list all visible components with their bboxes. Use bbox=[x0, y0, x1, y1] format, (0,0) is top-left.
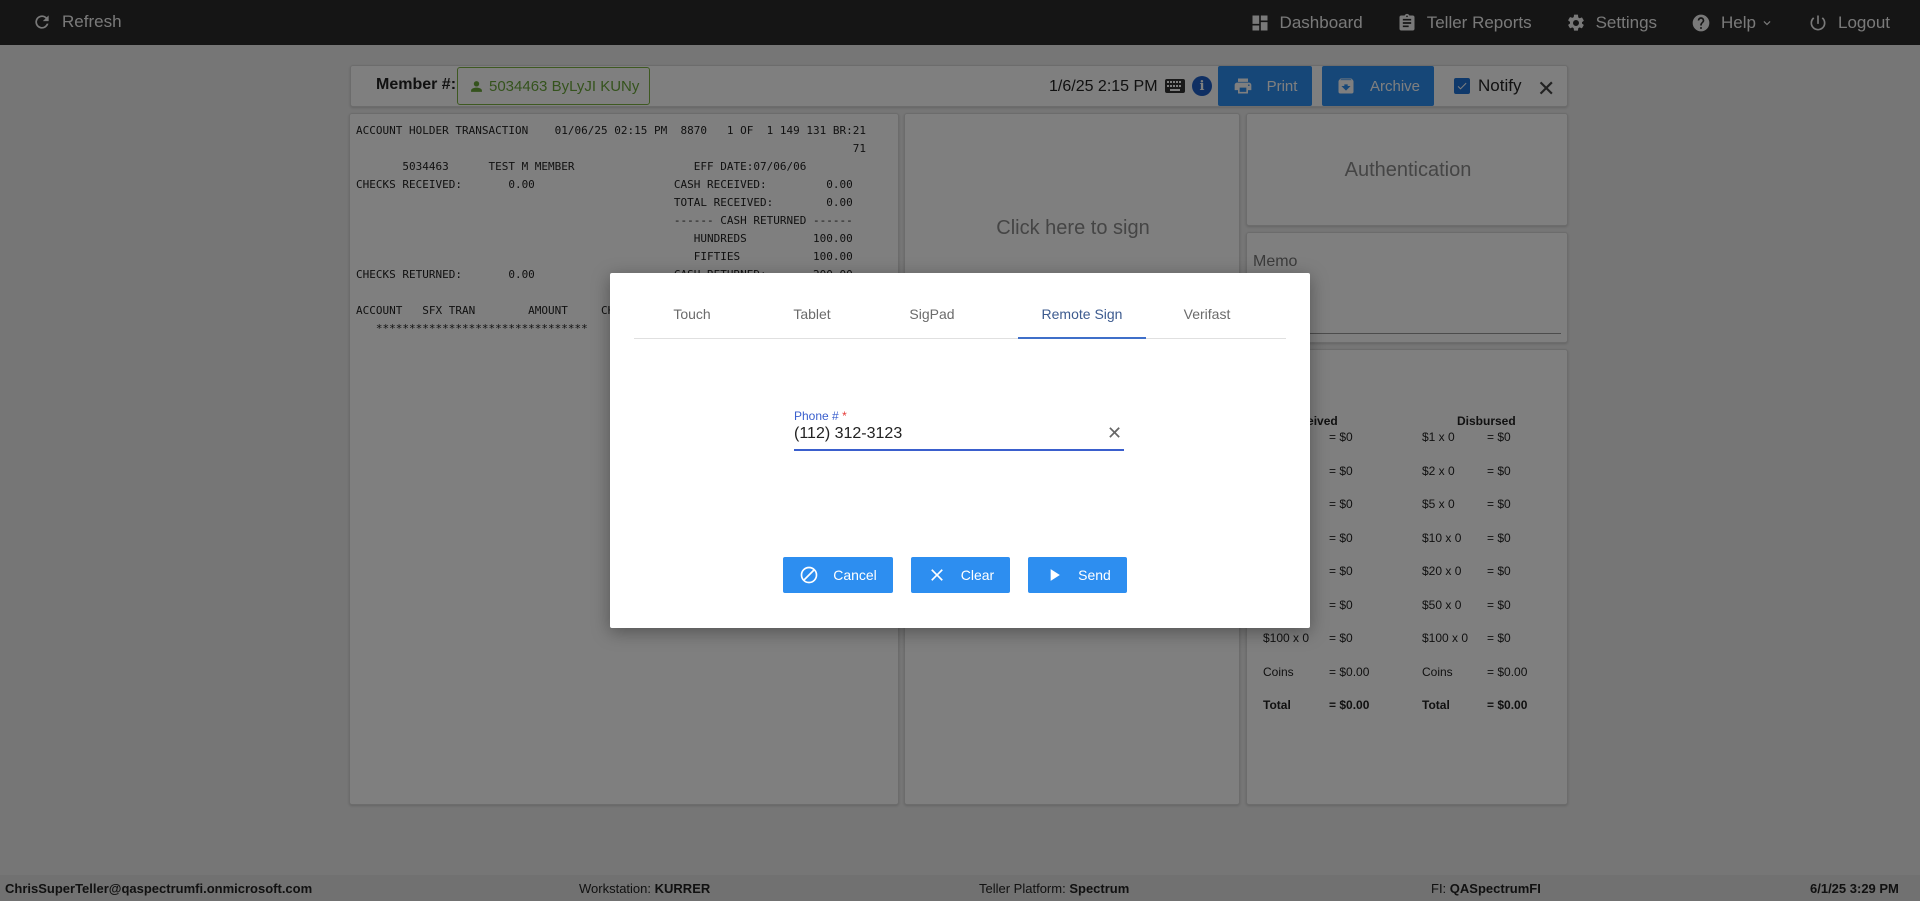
play-icon bbox=[1050, 569, 1060, 581]
send-button[interactable]: Send bbox=[1028, 557, 1127, 593]
tab-sigpad[interactable]: SigPad bbox=[874, 301, 990, 339]
phone-field: Phone # * ✕ bbox=[794, 409, 1124, 459]
cancel-button[interactable]: Cancel bbox=[783, 557, 893, 593]
cancel-label: Cancel bbox=[833, 567, 877, 583]
tab-remote-sign[interactable]: Remote Sign bbox=[1018, 301, 1146, 339]
clear-label: Clear bbox=[960, 567, 995, 583]
block-icon bbox=[800, 566, 818, 584]
clear-button[interactable]: Clear bbox=[911, 557, 1010, 593]
close-icon bbox=[930, 569, 943, 581]
phone-input[interactable] bbox=[794, 423, 1124, 445]
active-tab-indicator bbox=[1018, 337, 1146, 339]
required-mark: * bbox=[842, 409, 847, 423]
tab-verifast[interactable]: Verifast bbox=[1146, 301, 1268, 339]
tab-touch[interactable]: Touch bbox=[634, 301, 750, 339]
signature-method-dialog: Touch Tablet SigPad Remote Sign Verifast… bbox=[610, 273, 1310, 628]
phone-underline bbox=[794, 449, 1124, 451]
phone-label: Phone # * bbox=[794, 409, 847, 423]
phone-label-text: Phone # bbox=[794, 409, 839, 423]
clear-input-icon[interactable]: ✕ bbox=[1107, 423, 1122, 444]
signature-method-tabs: Touch Tablet SigPad Remote Sign Verifast bbox=[634, 301, 1286, 339]
tab-tablet[interactable]: Tablet bbox=[750, 301, 874, 339]
send-label: Send bbox=[1078, 567, 1111, 583]
